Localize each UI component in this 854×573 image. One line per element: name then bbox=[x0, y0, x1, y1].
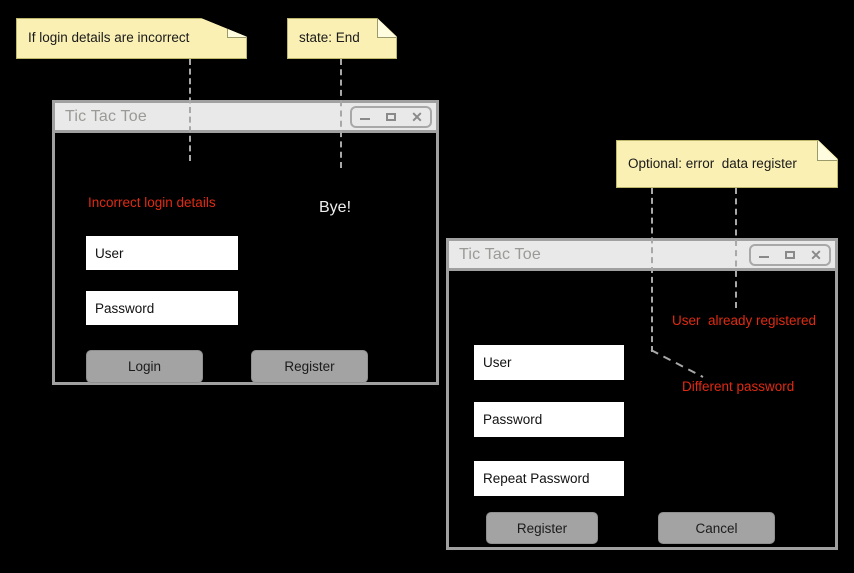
login-window[interactable]: Tic Tac Toe ✕ Incorrect login details By… bbox=[52, 100, 439, 385]
register-window[interactable]: Tic Tac Toe ✕ User Password Repeat Passw… bbox=[446, 238, 838, 550]
minimize-icon[interactable] bbox=[358, 110, 372, 124]
register-window-controls[interactable]: ✕ bbox=[749, 244, 831, 266]
register-submit-button[interactable]: Register bbox=[486, 512, 598, 544]
sticky-note-login-incorrect: If login details are incorrect bbox=[16, 18, 247, 59]
register-submit-button-label: Register bbox=[516, 520, 568, 536]
login-window-body: Incorrect login details Bye! User Passwo… bbox=[55, 133, 436, 383]
register-user-taken-annotation: User already registered bbox=[672, 313, 817, 328]
sticky-note-state-end: state: End bbox=[287, 18, 397, 59]
register-password-input[interactable]: Password bbox=[474, 402, 624, 437]
login-window-title: Tic Tac Toe bbox=[65, 107, 147, 125]
login-window-controls[interactable]: ✕ bbox=[350, 106, 432, 128]
register-password-mismatch-annotation: Different password bbox=[682, 379, 795, 394]
login-password-value: Password bbox=[95, 300, 155, 316]
login-user-value: User bbox=[95, 245, 124, 261]
login-register-button-label: Register bbox=[284, 359, 335, 374]
login-error-message: Incorrect login details bbox=[88, 195, 216, 210]
connector-note1-to-error bbox=[189, 59, 191, 161]
register-cancel-button-label: Cancel bbox=[695, 520, 738, 536]
close-icon[interactable]: ✕ bbox=[809, 248, 823, 262]
note-text: state: End bbox=[299, 30, 360, 46]
register-window-title: Tic Tac Toe bbox=[459, 245, 541, 263]
register-window-titlebar[interactable]: Tic Tac Toe ✕ bbox=[449, 241, 835, 271]
register-user-value: User bbox=[483, 355, 512, 370]
minimize-icon[interactable] bbox=[757, 248, 771, 262]
register-repeat-password-value: Repeat Password bbox=[483, 471, 590, 486]
login-window-titlebar[interactable]: Tic Tac Toe ✕ bbox=[55, 103, 436, 133]
diagram-canvas: If login details are incorrect state: En… bbox=[0, 0, 854, 573]
login-button[interactable]: Login bbox=[86, 350, 203, 383]
maximize-icon[interactable] bbox=[783, 248, 797, 262]
register-cancel-button[interactable]: Cancel bbox=[658, 512, 775, 544]
login-user-input[interactable]: User bbox=[86, 236, 238, 270]
login-register-button[interactable]: Register bbox=[251, 350, 368, 383]
login-button-label: Login bbox=[127, 359, 162, 374]
register-repeat-password-input[interactable]: Repeat Password bbox=[474, 461, 624, 496]
note-fold-corner bbox=[227, 18, 247, 38]
login-password-input[interactable]: Password bbox=[86, 291, 238, 325]
register-user-input[interactable]: User bbox=[474, 345, 624, 380]
note-text: If login details are incorrect bbox=[28, 30, 190, 46]
note-text: Optional: error data register bbox=[628, 155, 797, 171]
connector-note2-to-bye bbox=[340, 59, 342, 168]
connector-note3-to-user bbox=[735, 188, 737, 308]
sticky-note-optional-error: Optional: error data register bbox=[616, 140, 838, 188]
close-icon[interactable]: ✕ bbox=[410, 110, 424, 124]
maximize-icon[interactable] bbox=[384, 110, 398, 124]
farewell-message: Bye! bbox=[319, 199, 352, 216]
connector-note3-to-password bbox=[651, 188, 653, 352]
register-password-value: Password bbox=[483, 412, 543, 427]
note-fold-corner bbox=[377, 18, 397, 38]
